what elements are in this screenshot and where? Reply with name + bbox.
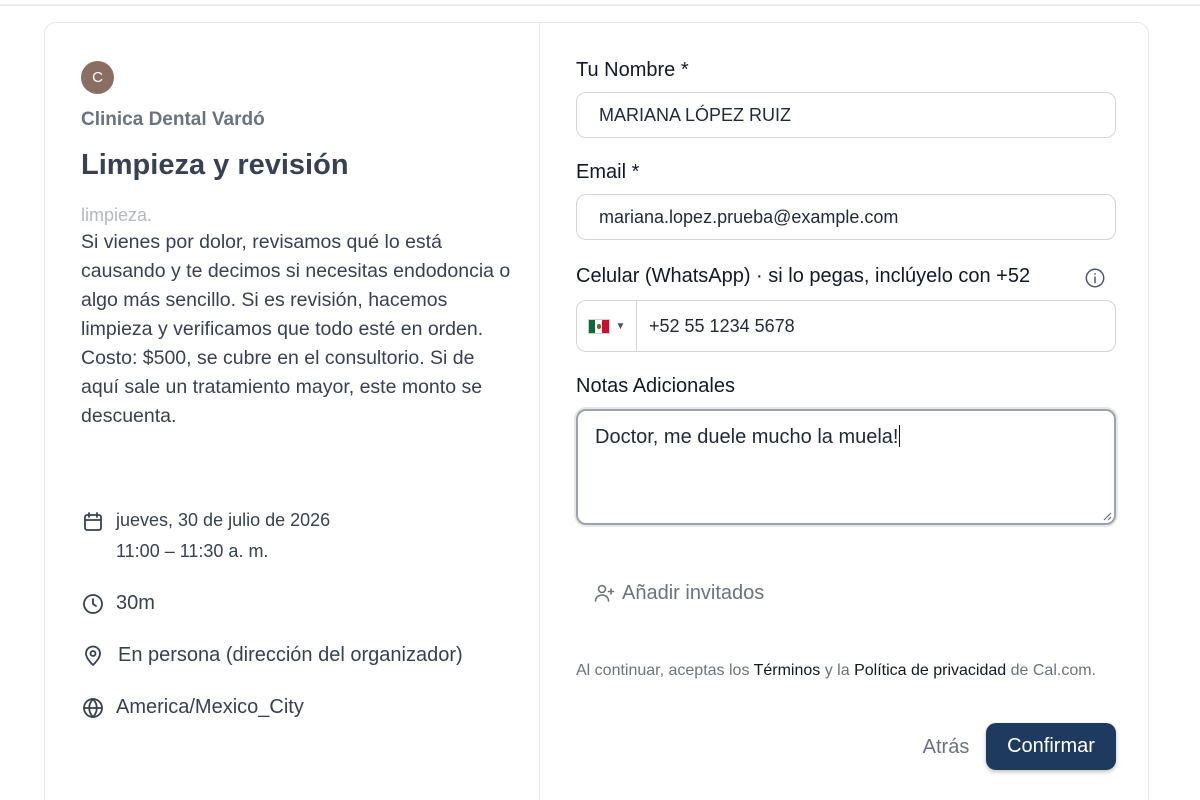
name-value: MARIANA LÓPEZ RUIZ — [599, 104, 792, 125]
event-location: En persona (dirección del organizador) — [118, 644, 463, 666]
name-field[interactable]: MARIANA LÓPEZ RUIZ — [576, 92, 1116, 138]
globe-icon — [81, 696, 105, 720]
booking-card: C Clinica Dental Vardó Limpieza y revisi… — [44, 22, 1149, 800]
terms-suffix: de Cal.com. — [1006, 662, 1096, 679]
email-value: mariana.lopez.prueba@example.com — [599, 206, 899, 227]
event-description: Si vienes por dolor, revisamos qué lo es… — [81, 228, 511, 431]
notes-textarea[interactable]: Doctor, me duele mucho la muela! — [576, 409, 1116, 525]
back-button[interactable]: Atrás — [906, 725, 986, 769]
event-timezone: America/Mexico_City — [116, 696, 304, 718]
organizer-name: Clinica Dental Vardó — [81, 109, 265, 130]
phone-label: Celular (WhatsApp) · si lo pegas, inclúy… — [576, 265, 1031, 287]
email-field[interactable]: mariana.lopez.prueba@example.com — [576, 194, 1116, 240]
event-time: 11:00 – 11:30 a. m. — [116, 541, 269, 561]
event-location-row: En persona (dirección del organizador) — [81, 644, 463, 668]
event-duration-row: 30m — [81, 592, 155, 616]
terms-link[interactable]: Términos — [754, 662, 821, 679]
event-date-row: jueves, 30 de julio de 2026 11:00 – 11:3… — [81, 510, 330, 562]
notes-value: Doctor, me duele mucho la muela! — [595, 426, 899, 448]
phone-input[interactable]: +52 55 1234 5678 — [649, 316, 795, 337]
country-select[interactable]: ▼ — [577, 301, 637, 351]
terms-text: Al continuar, aceptas los Términos y la … — [576, 659, 1116, 682]
clock-icon — [81, 592, 105, 616]
description-fade-line: limpieza. — [81, 205, 153, 225]
text-cursor — [898, 425, 900, 447]
description-paragraph: Si vienes por dolor, revisamos qué lo es… — [81, 231, 511, 340]
terms-prefix: Al continuar, aceptas los — [576, 662, 754, 679]
event-title: Limpieza y revisión — [81, 149, 349, 181]
notes-label: Notas Adicionales — [576, 375, 735, 397]
email-label: Email * — [576, 161, 640, 183]
add-guests-label: Añadir invitados — [622, 581, 765, 604]
event-duration: 30m — [116, 592, 155, 614]
add-guests-button[interactable]: Añadir invitados — [592, 581, 764, 605]
terms-middle: y la — [820, 662, 855, 679]
mexico-flag-icon — [587, 318, 610, 334]
description-paragraph: Costo: $500, se cubre en el consultorio.… — [81, 347, 483, 427]
user-plus-icon — [592, 581, 616, 605]
info-icon[interactable] — [1084, 267, 1106, 289]
confirm-button[interactable]: Confirmar — [986, 723, 1116, 770]
calendar-icon — [81, 510, 105, 534]
panel-divider — [539, 23, 540, 800]
booking-form: Tu Nombre * MARIANA LÓPEZ RUIZ Email * m… — [576, 23, 1148, 800]
chevron-down-icon: ▼ — [615, 320, 626, 332]
name-label: Tu Nombre * — [576, 59, 689, 81]
top-divider — [0, 4, 1200, 6]
privacy-link[interactable]: Política de privacidad — [854, 662, 1006, 679]
event-info-panel: C Clinica Dental Vardó Limpieza y revisi… — [45, 23, 539, 800]
phone-field: ▼ +52 55 1234 5678 — [576, 300, 1116, 352]
resize-handle-icon[interactable] — [1102, 511, 1112, 521]
map-pin-icon — [81, 644, 105, 668]
event-date: jueves, 30 de julio de 2026 — [116, 510, 331, 530]
organizer-avatar: C — [81, 61, 114, 94]
event-timezone-row[interactable]: America/Mexico_City — [81, 696, 304, 720]
